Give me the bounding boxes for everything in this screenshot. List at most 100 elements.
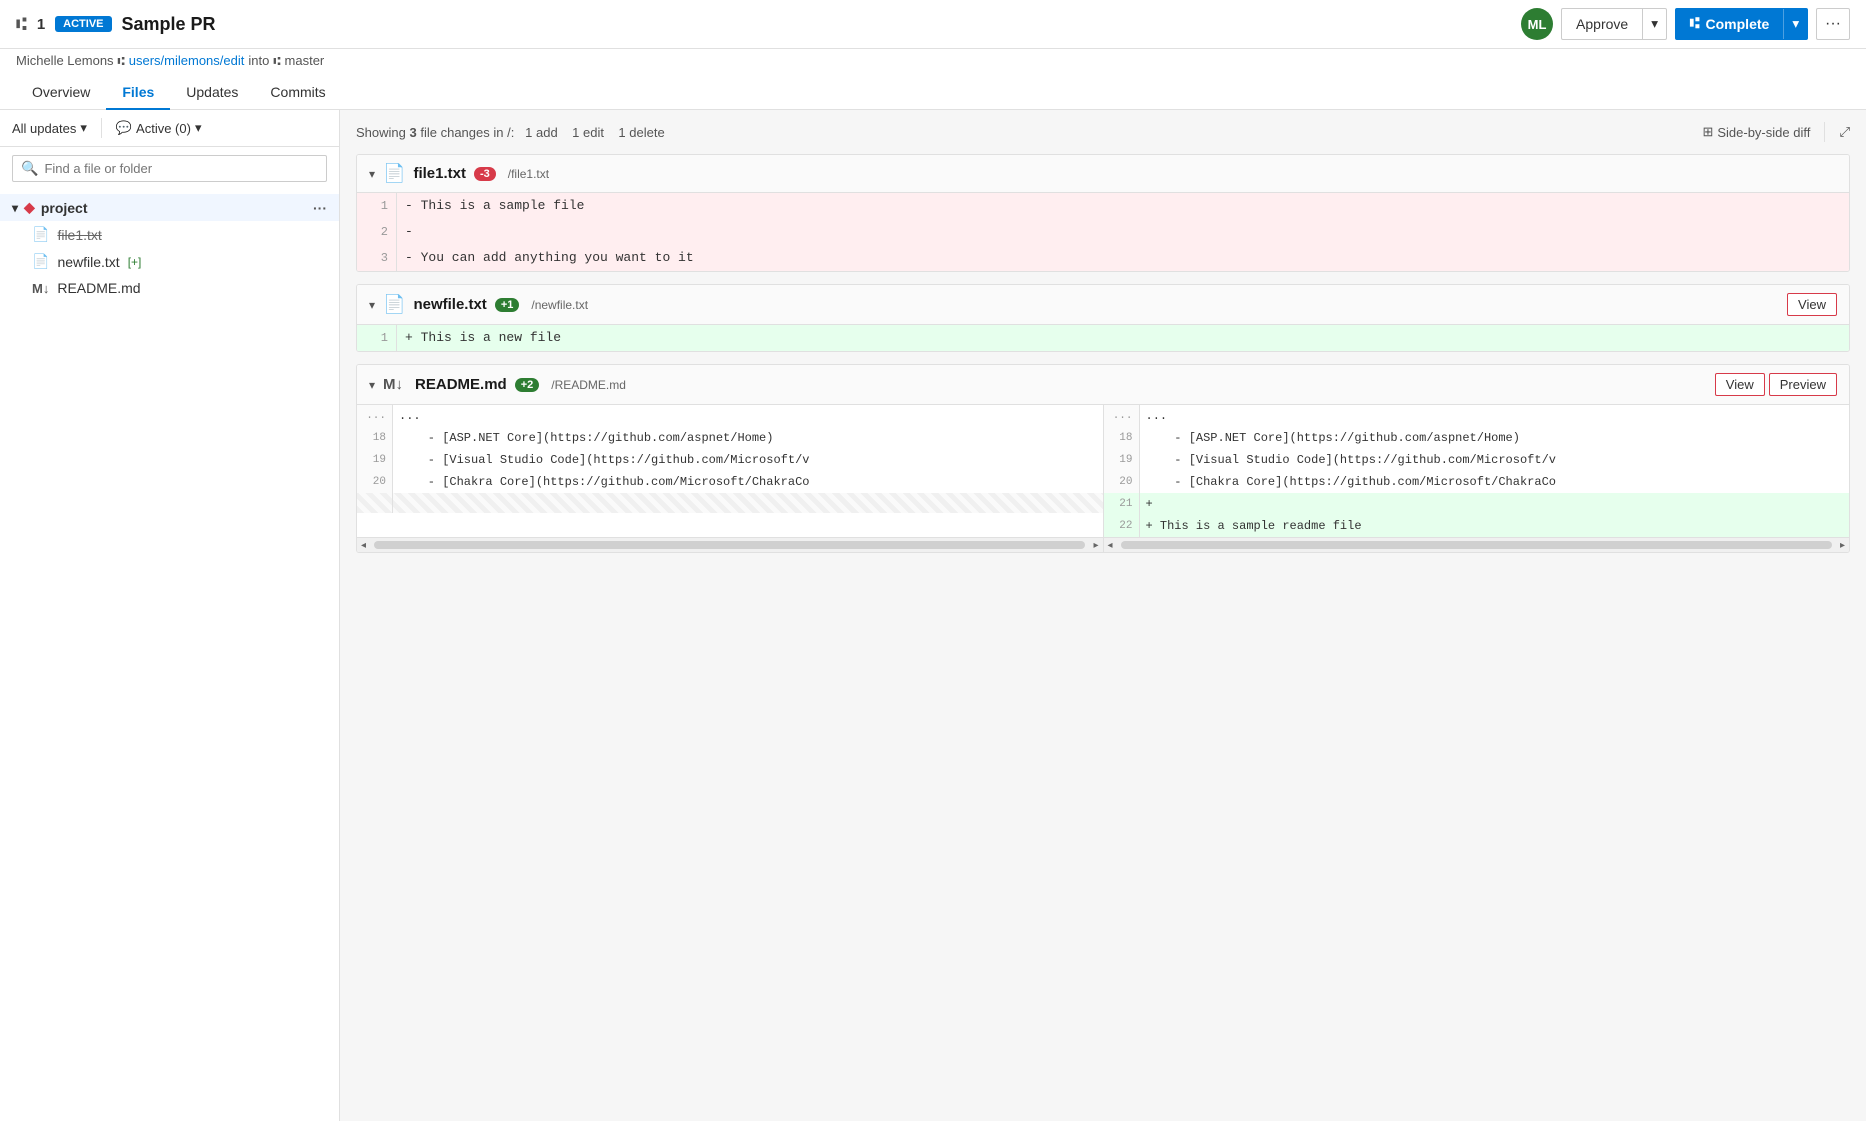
scrollbar-right-arrow[interactable]: ▸ xyxy=(1089,540,1102,551)
approve-button-group[interactable]: Approve xyxy=(1561,8,1667,40)
newfile-path: /newfile.txt xyxy=(531,298,588,312)
complete-button-group[interactable]: ⑆ Complete xyxy=(1675,8,1808,40)
side-by-side-btn[interactable]: ⊞ Side-by-side diff xyxy=(1702,124,1810,140)
file1-name: file1.txt xyxy=(57,227,101,243)
separator-2 xyxy=(1824,122,1825,142)
file-card-file1: ▾ 📄 file1.txt -3 /file1.txt 1 - This is … xyxy=(356,154,1850,272)
diff-line: 3 - You can add anything you want to it xyxy=(357,245,1849,271)
toolbar-separator xyxy=(101,118,102,138)
newfile-badge: +1 xyxy=(495,298,520,312)
readme-diff-left: ... ... 18 - [ASP.NET Core](https://gith… xyxy=(357,405,1104,537)
target-branch: master xyxy=(285,53,325,68)
diff-line: 1 - This is a sample file xyxy=(357,193,1849,219)
scrollbar-left-arrow[interactable]: ◂ xyxy=(357,540,370,551)
readme-path: /README.md xyxy=(551,378,626,392)
newfile-added-badge: [+] xyxy=(128,255,142,269)
chevron-folder: ▾ xyxy=(12,201,18,215)
diff-side-line: 19 - [Visual Studio Code](https://github… xyxy=(1104,449,1850,471)
top-bar: ⑆ 1 ACTIVE Sample PR ML Approve ⑆ Comple… xyxy=(0,0,1866,49)
tab-updates[interactable]: Updates xyxy=(170,76,254,110)
tree-file-newfile[interactable]: 📄 newfile.txt [+] xyxy=(0,248,339,275)
pr-icon: ⑆ xyxy=(16,14,27,35)
pr-title: Sample PR xyxy=(122,14,216,35)
comment-icon: 💬 xyxy=(116,120,132,136)
approve-button[interactable]: Approve xyxy=(1562,9,1643,39)
tab-commits[interactable]: Commits xyxy=(254,76,341,110)
pr-number: 1 xyxy=(37,16,45,33)
readme-name: README.md xyxy=(57,280,140,296)
showing-text: Showing 3 file changes in /: 1 add 1 edi… xyxy=(356,125,665,140)
readme-diff-right: ... ... 18 - [ASP.NET Core](https://gith… xyxy=(1104,405,1850,537)
scrollbar-left-arrow-r[interactable]: ◂ xyxy=(1104,540,1117,551)
collapse-newfile[interactable]: ▾ xyxy=(369,298,375,312)
comments-dropdown[interactable]: 💬 Active (0) xyxy=(116,120,202,136)
complete-button[interactable]: ⑆ Complete xyxy=(1676,9,1784,39)
search-icon: 🔍 xyxy=(21,160,38,177)
source-branch-link[interactable]: users/milemons/edit xyxy=(129,53,245,68)
readme-filename: README.md xyxy=(415,376,507,393)
newfile-view-button[interactable]: View xyxy=(1787,293,1837,316)
scrollbar-track-r xyxy=(1121,541,1832,549)
diff-side-line: 19 - [Visual Studio Code](https://github… xyxy=(357,449,1103,471)
readme-scrollbar-right: ◂ ▸ xyxy=(1104,538,1850,552)
folder-icon: ◆ xyxy=(24,199,35,216)
readme-preview-button[interactable]: Preview xyxy=(1769,373,1837,396)
newfile-filename: newfile.txt xyxy=(413,296,486,313)
into-text: into xyxy=(248,53,269,68)
tree-folder-project[interactable]: ▾ ◆ project ··· xyxy=(0,194,339,221)
search-input[interactable] xyxy=(44,161,318,176)
tab-files[interactable]: Files xyxy=(106,76,170,110)
sidebar: All updates 💬 Active (0) 🔍 ▾ ◆ project xyxy=(0,110,340,1121)
file1-filename: file1.txt xyxy=(413,165,466,182)
file1-badge: -3 xyxy=(474,167,496,181)
approve-dropdown[interactable] xyxy=(1643,9,1666,39)
file-card-header-readme: ▾ M↓ README.md +2 /README.md View Previe… xyxy=(357,365,1849,405)
file-icon-newfile: 📄 xyxy=(32,253,49,270)
file-card-header-newfile: ▾ 📄 newfile.txt +1 /newfile.txt View xyxy=(357,285,1849,325)
sidebar-toolbar: All updates 💬 Active (0) xyxy=(0,110,339,147)
tree-file-readme[interactable]: M↓ README.md xyxy=(0,275,339,301)
diff-side-line: 18 - [ASP.NET Core](https://github.com/a… xyxy=(357,427,1103,449)
diff-side-line-added: 22 + This is a sample readme file xyxy=(1104,515,1850,537)
sidebar-search: 🔍 xyxy=(12,155,327,182)
complete-dropdown[interactable] xyxy=(1784,9,1807,39)
file1-card-icon: 📄 xyxy=(383,163,405,184)
diff-side-line-added: 21 + xyxy=(1104,493,1850,515)
scrollbar-right-arrow-r[interactable]: ▸ xyxy=(1836,540,1849,551)
tree-file-file1[interactable]: 📄 file1.txt xyxy=(0,221,339,248)
all-updates-dropdown[interactable]: All updates xyxy=(12,120,87,136)
file-tree: ▾ ◆ project ··· 📄 file1.txt 📄 newfile.tx… xyxy=(0,190,339,305)
scrollbar-track xyxy=(374,541,1085,549)
merge-icon: ⑆ xyxy=(1690,15,1700,33)
diff-line: 2 - xyxy=(357,219,1849,245)
diff-side-line: 20 - [Chakra Core](https://github.com/Mi… xyxy=(1104,471,1850,493)
main-layout: All updates 💬 Active (0) 🔍 ▾ ◆ project xyxy=(0,110,1866,1121)
newfile-diff: 1 + This is a new file xyxy=(357,325,1849,351)
file-card-header-file1: ▾ 📄 file1.txt -3 /file1.txt xyxy=(357,155,1849,193)
diff-side-line-empty xyxy=(357,493,1103,513)
readme-card-icon: M↓ xyxy=(383,376,403,393)
newfile-name: newfile.txt xyxy=(57,254,119,270)
more-options-button[interactable]: ··· xyxy=(1816,8,1850,40)
tab-overview[interactable]: Overview xyxy=(16,76,106,110)
side-by-side-icon: ⊞ xyxy=(1702,124,1713,140)
readme-view-button[interactable]: View xyxy=(1715,373,1765,396)
readme-scrollbar-row: ◂ ▸ ◂ ▸ xyxy=(357,537,1849,552)
file1-diff: 1 - This is a sample file 2 - 3 - You ca… xyxy=(357,193,1849,271)
diff-side-line: ... ... xyxy=(1104,405,1850,427)
expand-button[interactable]: ⤢ xyxy=(1839,124,1850,140)
filter-chevron xyxy=(80,120,87,136)
nav-tabs: Overview Files Updates Commits xyxy=(0,76,1866,110)
diff-side-line: 18 - [ASP.NET Core](https://github.com/a… xyxy=(1104,427,1850,449)
folder-more-icon[interactable]: ··· xyxy=(313,200,327,216)
avatar: ML xyxy=(1521,8,1553,40)
file-icon-file1: 📄 xyxy=(32,226,49,243)
showing-banner: Showing 3 file changes in /: 1 add 1 edi… xyxy=(356,122,1850,142)
branch-icon-source: ⑆ xyxy=(118,54,125,68)
diff-side-line: 20 - [Chakra Core](https://github.com/Mi… xyxy=(357,471,1103,493)
collapse-file1[interactable]: ▾ xyxy=(369,167,375,181)
diff-line: 1 + This is a new file xyxy=(357,325,1849,351)
diff-side-line: ... ... xyxy=(357,405,1103,427)
collapse-readme[interactable]: ▾ xyxy=(369,378,375,392)
file1-path: /file1.txt xyxy=(508,167,549,181)
